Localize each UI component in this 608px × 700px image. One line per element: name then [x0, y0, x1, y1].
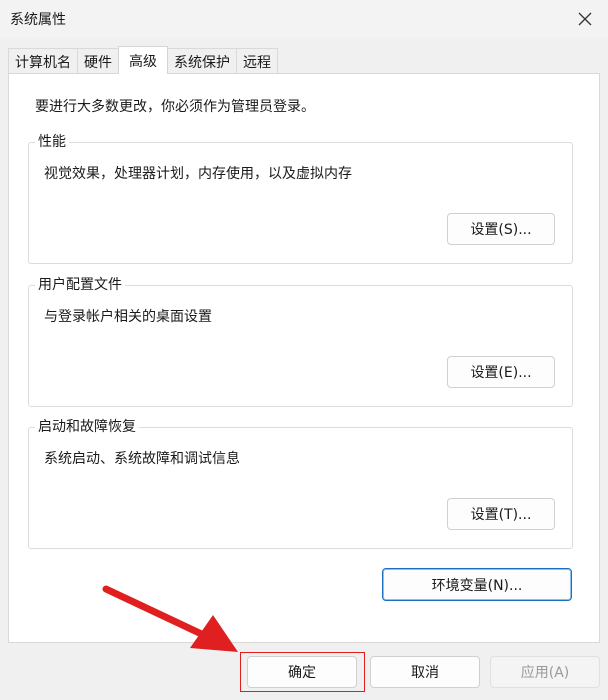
tab-system-protection[interactable]: 系统保护 — [167, 48, 237, 74]
startup-recovery-group-title: 启动和故障恢复 — [35, 418, 139, 436]
performance-group-title: 性能 — [35, 133, 69, 151]
tab-remote[interactable]: 远程 — [236, 48, 278, 74]
admin-note: 要进行大多数更改，你必须作为管理员登录。 — [35, 99, 315, 115]
user-profiles-group: 用户配置文件 与登录帐户相关的桌面设置 设置(E)... — [28, 276, 573, 407]
tab-computer-name[interactable]: 计算机名 — [8, 48, 78, 74]
user-profiles-group-title: 用户配置文件 — [35, 276, 125, 294]
tab-advanced[interactable]: 高级 — [118, 46, 168, 74]
environment-variables-button[interactable]: 环境变量(N)... — [382, 568, 572, 601]
tab-hardware[interactable]: 硬件 — [77, 48, 119, 74]
startup-recovery-group: 启动和故障恢复 系统启动、系统故障和调试信息 设置(T)... — [28, 418, 573, 549]
performance-settings-button[interactable]: 设置(S)... — [447, 213, 555, 245]
performance-description: 视觉效果，处理器计划，内存使用，以及虚拟内存 — [44, 166, 352, 182]
window-title: 系统属性 — [10, 12, 66, 28]
close-icon — [578, 12, 592, 26]
close-button[interactable] — [562, 0, 608, 38]
user-profiles-settings-button[interactable]: 设置(E)... — [447, 356, 555, 388]
performance-group: 性能 视觉效果，处理器计划，内存使用，以及虚拟内存 设置(S)... — [28, 133, 573, 264]
cancel-button[interactable]: 取消 — [370, 656, 480, 688]
startup-recovery-settings-button[interactable]: 设置(T)... — [447, 498, 555, 530]
startup-recovery-description: 系统启动、系统故障和调试信息 — [44, 451, 240, 467]
tab-strip: 计算机名 硬件 高级 系统保护 远程 — [8, 46, 278, 74]
advanced-tab-panel: 要进行大多数更改，你必须作为管理员登录。 性能 视觉效果，处理器计划，内存使用，… — [8, 73, 600, 643]
title-bar: 系统属性 — [0, 0, 608, 38]
ok-highlight-annotation — [240, 652, 365, 692]
apply-button[interactable]: 应用(A) — [490, 656, 600, 688]
user-profiles-description: 与登录帐户相关的桌面设置 — [44, 309, 212, 325]
